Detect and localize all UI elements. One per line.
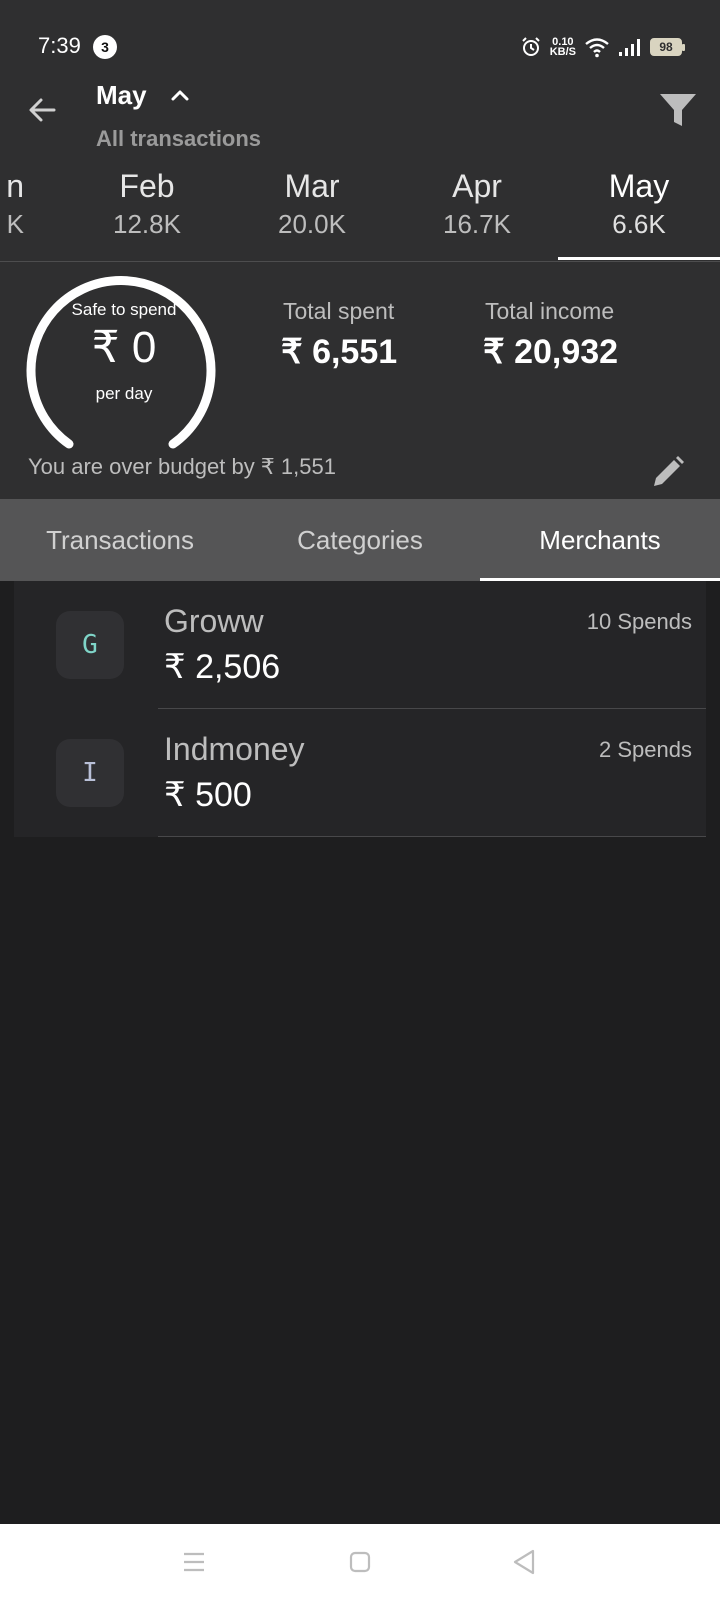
wifi-icon	[585, 38, 609, 58]
budget-message: You are over budget by ₹ 1,551	[28, 454, 336, 479]
alarm-icon	[522, 37, 540, 56]
month-tab-partial[interactable]: n K	[0, 165, 24, 261]
page-subtitle: All transactions	[96, 126, 262, 151]
month-name: Mar	[284, 168, 340, 204]
page-title[interactable]: May	[96, 80, 147, 111]
merchant-amount: ₹ 500	[164, 776, 252, 814]
tab-merchants[interactable]: Merchants	[480, 499, 720, 581]
merchant-spend-count: 10 Spends	[586, 609, 692, 634]
total-income-value: ₹ 20,932	[483, 333, 619, 371]
back-triangle-icon[interactable]	[505, 1542, 545, 1582]
recents-menu-icon[interactable]	[174, 1542, 214, 1582]
merchant-row-indmoney[interactable]: I Indmoney ₹ 500 2 Spends	[14, 709, 706, 837]
month-name: May	[608, 168, 670, 204]
month-name: Apr	[452, 168, 502, 204]
summary-panel: Safe to spend ₹ 0 per day Total spent ₹ …	[0, 262, 720, 499]
safe-to-spend-label: Safe to spend	[71, 300, 177, 319]
notification-badge: 3	[93, 35, 117, 59]
month-tab-apr[interactable]: Apr 16.7K	[397, 165, 557, 261]
chevron-up-icon[interactable]	[168, 84, 192, 108]
status-icons: 0.10 KB/S 98	[520, 34, 685, 60]
signal-icon	[619, 39, 640, 56]
month-total: K	[6, 209, 24, 239]
month-tab-may[interactable]: May 6.6K	[559, 165, 719, 261]
month-tab-indicator	[558, 257, 720, 260]
month-total: 20.0K	[278, 209, 346, 239]
system-nav-bar	[0, 1524, 720, 1600]
month-tab-feb[interactable]: Feb 12.8K	[67, 165, 227, 261]
merchant-name: Indmoney	[164, 731, 305, 767]
app-header: 7:39 3 0.10 KB/S 98 May All transactions…	[0, 0, 720, 262]
back-arrow-icon[interactable]	[22, 90, 62, 130]
safe-to-spend-unit: per day	[95, 384, 153, 403]
month-total: 12.8K	[113, 209, 181, 239]
status-bar: 7:39 3 0.10 KB/S 98	[0, 0, 720, 90]
month-total: 16.7K	[443, 209, 511, 239]
edit-pencil-icon[interactable]	[648, 452, 688, 492]
month-total: 6.6K	[612, 209, 666, 239]
tab-transactions[interactable]: Transactions	[0, 499, 240, 581]
total-spent-label: Total spent	[283, 298, 395, 324]
total-income-label: Total income	[485, 298, 615, 324]
status-time: 7:39	[38, 33, 81, 58]
home-icon[interactable]	[340, 1542, 380, 1582]
tab-categories[interactable]: Categories	[240, 499, 480, 581]
merchant-name: Groww	[164, 603, 264, 639]
battery-icon: 98	[650, 38, 685, 56]
merchant-row-groww[interactable]: G Groww ₹ 2,506 10 Spends	[14, 581, 706, 709]
net-speed-unit: KB/S	[549, 46, 576, 58]
safe-to-spend-value: ₹ 0	[91, 323, 157, 372]
total-spent-value: ₹ 6,551	[281, 333, 398, 371]
net-speed: 0.10 KB/S	[549, 37, 576, 58]
section-tabs: Transactions Categories Merchants	[0, 499, 720, 581]
merchant-amount: ₹ 2,506	[164, 648, 281, 686]
month-name: Feb	[119, 168, 175, 204]
merchant-list: G Groww ₹ 2,506 10 Spends I Indmoney ₹ 5…	[14, 581, 706, 837]
merchant-avatar: G	[56, 611, 124, 679]
month-tabs: n K Feb 12.8K Mar 20.0K Apr 16.7K May 6.…	[0, 165, 720, 262]
merchant-spend-count: 2 Spends	[599, 737, 692, 762]
row-divider	[158, 836, 706, 837]
month-tab-mar[interactable]: Mar 20.0K	[232, 165, 392, 261]
month-name: n	[6, 168, 24, 204]
filter-icon[interactable]	[656, 88, 700, 132]
merchant-avatar: I	[56, 739, 124, 807]
